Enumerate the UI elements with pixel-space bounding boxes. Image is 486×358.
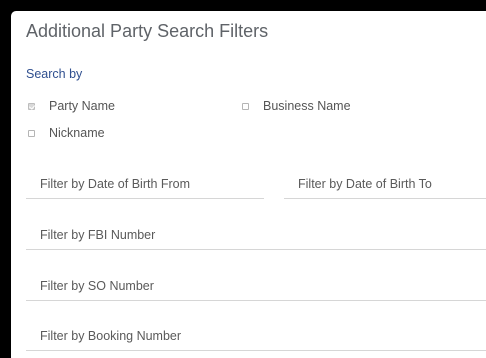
so-number-field[interactable] <box>26 272 486 301</box>
business-name-option[interactable]: Business Name <box>242 99 351 113</box>
booking-number-field[interactable] <box>26 322 486 351</box>
party-name-checkbox[interactable] <box>28 102 35 110</box>
dob-to-field[interactable] <box>284 170 486 199</box>
so-number-input[interactable] <box>26 272 486 300</box>
dob-from-input[interactable] <box>26 170 264 198</box>
dob-to-input[interactable] <box>284 170 486 198</box>
party-name-label: Party Name <box>49 99 115 113</box>
nickname-label: Nickname <box>49 126 105 140</box>
nickname-checkbox[interactable] <box>28 129 35 137</box>
search-by-label: Search by <box>26 67 83 81</box>
booking-number-input[interactable] <box>26 322 486 350</box>
fbi-number-field[interactable] <box>26 221 486 250</box>
business-name-checkbox[interactable] <box>242 102 249 110</box>
dob-from-field[interactable] <box>26 170 264 199</box>
business-name-label: Business Name <box>263 99 351 113</box>
additional-party-search-filters-panel: Additional Party Search Filters Search b… <box>11 11 486 358</box>
panel-title: Additional Party Search Filters <box>26 21 269 41</box>
fbi-number-input[interactable] <box>26 221 486 249</box>
nickname-option[interactable]: Nickname <box>28 126 105 140</box>
party-name-option[interactable]: Party Name <box>28 99 115 113</box>
